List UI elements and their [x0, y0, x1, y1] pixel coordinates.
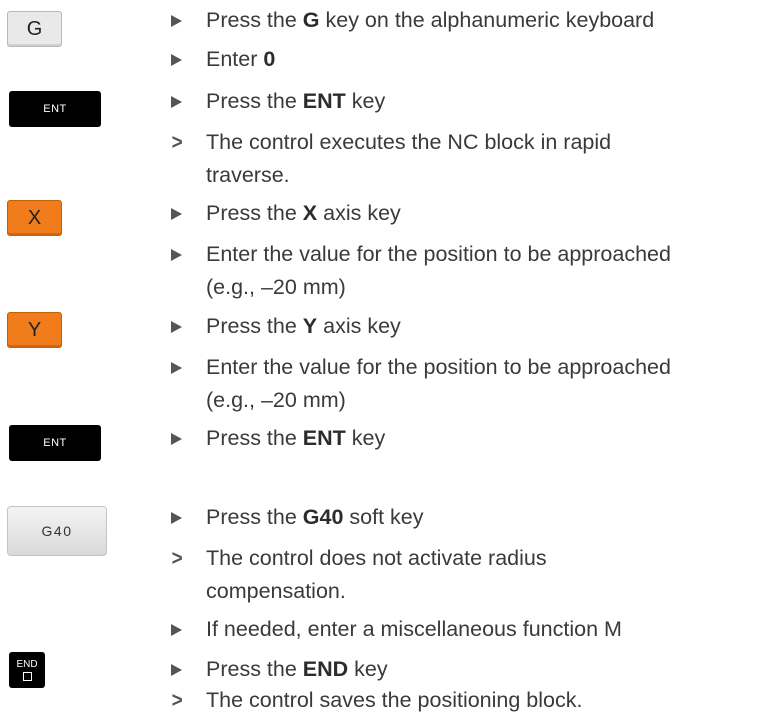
result-text: compensation. [206, 579, 346, 603]
ent-key[interactable]: ENT [9, 91, 101, 127]
step-text: Press the [206, 657, 303, 681]
square-icon [22, 671, 32, 681]
g-key[interactable]: G [7, 11, 62, 47]
step-text: key [345, 89, 386, 113]
result-arrow-icon: > [171, 131, 183, 154]
y-axis-key[interactable]: Y [7, 312, 62, 348]
step-text: key [348, 657, 388, 681]
step-bold: G [302, 8, 320, 32]
end-key[interactable]: END [9, 652, 45, 688]
step-text: key [345, 426, 386, 450]
step-text: If needed, enter a miscellaneous functio… [206, 617, 622, 641]
step-text: Press the [206, 201, 303, 225]
result-text: traverse. [206, 163, 290, 187]
step-bold: ENT [302, 89, 346, 113]
step-text: Press the [206, 8, 303, 32]
step-text: Press the [206, 314, 303, 338]
step-text: Press the [206, 505, 303, 529]
step-bold: G40 [302, 505, 344, 529]
step-bold: END [302, 657, 349, 681]
step-text: Enter the value for the position to be a… [206, 355, 671, 379]
step-bold: 0 [263, 47, 276, 71]
action-arrow-icon [171, 249, 182, 261]
result-arrow-icon: > [171, 547, 183, 570]
action-arrow-icon [171, 362, 182, 374]
step-text: axis key [317, 314, 401, 338]
action-arrow-icon [171, 321, 182, 333]
action-arrow-icon [171, 624, 182, 636]
step-bold: Y [302, 314, 318, 338]
action-arrow-icon [171, 96, 182, 108]
action-arrow-icon [171, 15, 182, 27]
step-text: axis key [317, 201, 401, 225]
step-text: key on the alphanumeric keyboard [319, 8, 655, 32]
step-text: (e.g., –20 mm) [206, 388, 346, 412]
end-key-label: END [16, 658, 38, 670]
step-text: Press the [206, 426, 303, 450]
step-bold: ENT [302, 426, 346, 450]
result-text: The control does not activate radius [206, 546, 547, 570]
step-text: soft key [343, 505, 424, 529]
step-text: (e.g., –20 mm) [206, 275, 346, 299]
step-text: Enter the value for the position to be a… [206, 242, 671, 266]
result-arrow-icon: > [171, 689, 183, 712]
action-arrow-icon [171, 433, 182, 445]
ent-key-2[interactable]: ENT [9, 425, 101, 461]
x-axis-key[interactable]: X [7, 200, 62, 236]
step-bold: X [302, 201, 318, 225]
g40-soft-key[interactable]: G40 [7, 506, 107, 556]
result-text: The control executes the NC block in rap… [206, 130, 612, 154]
step-text: Enter [206, 47, 264, 71]
action-arrow-icon [171, 54, 182, 66]
action-arrow-icon [171, 208, 182, 220]
action-arrow-icon [171, 512, 182, 524]
result-text: The control saves the positioning block. [206, 688, 583, 712]
step-text: Press the [206, 89, 303, 113]
action-arrow-icon [171, 664, 182, 676]
